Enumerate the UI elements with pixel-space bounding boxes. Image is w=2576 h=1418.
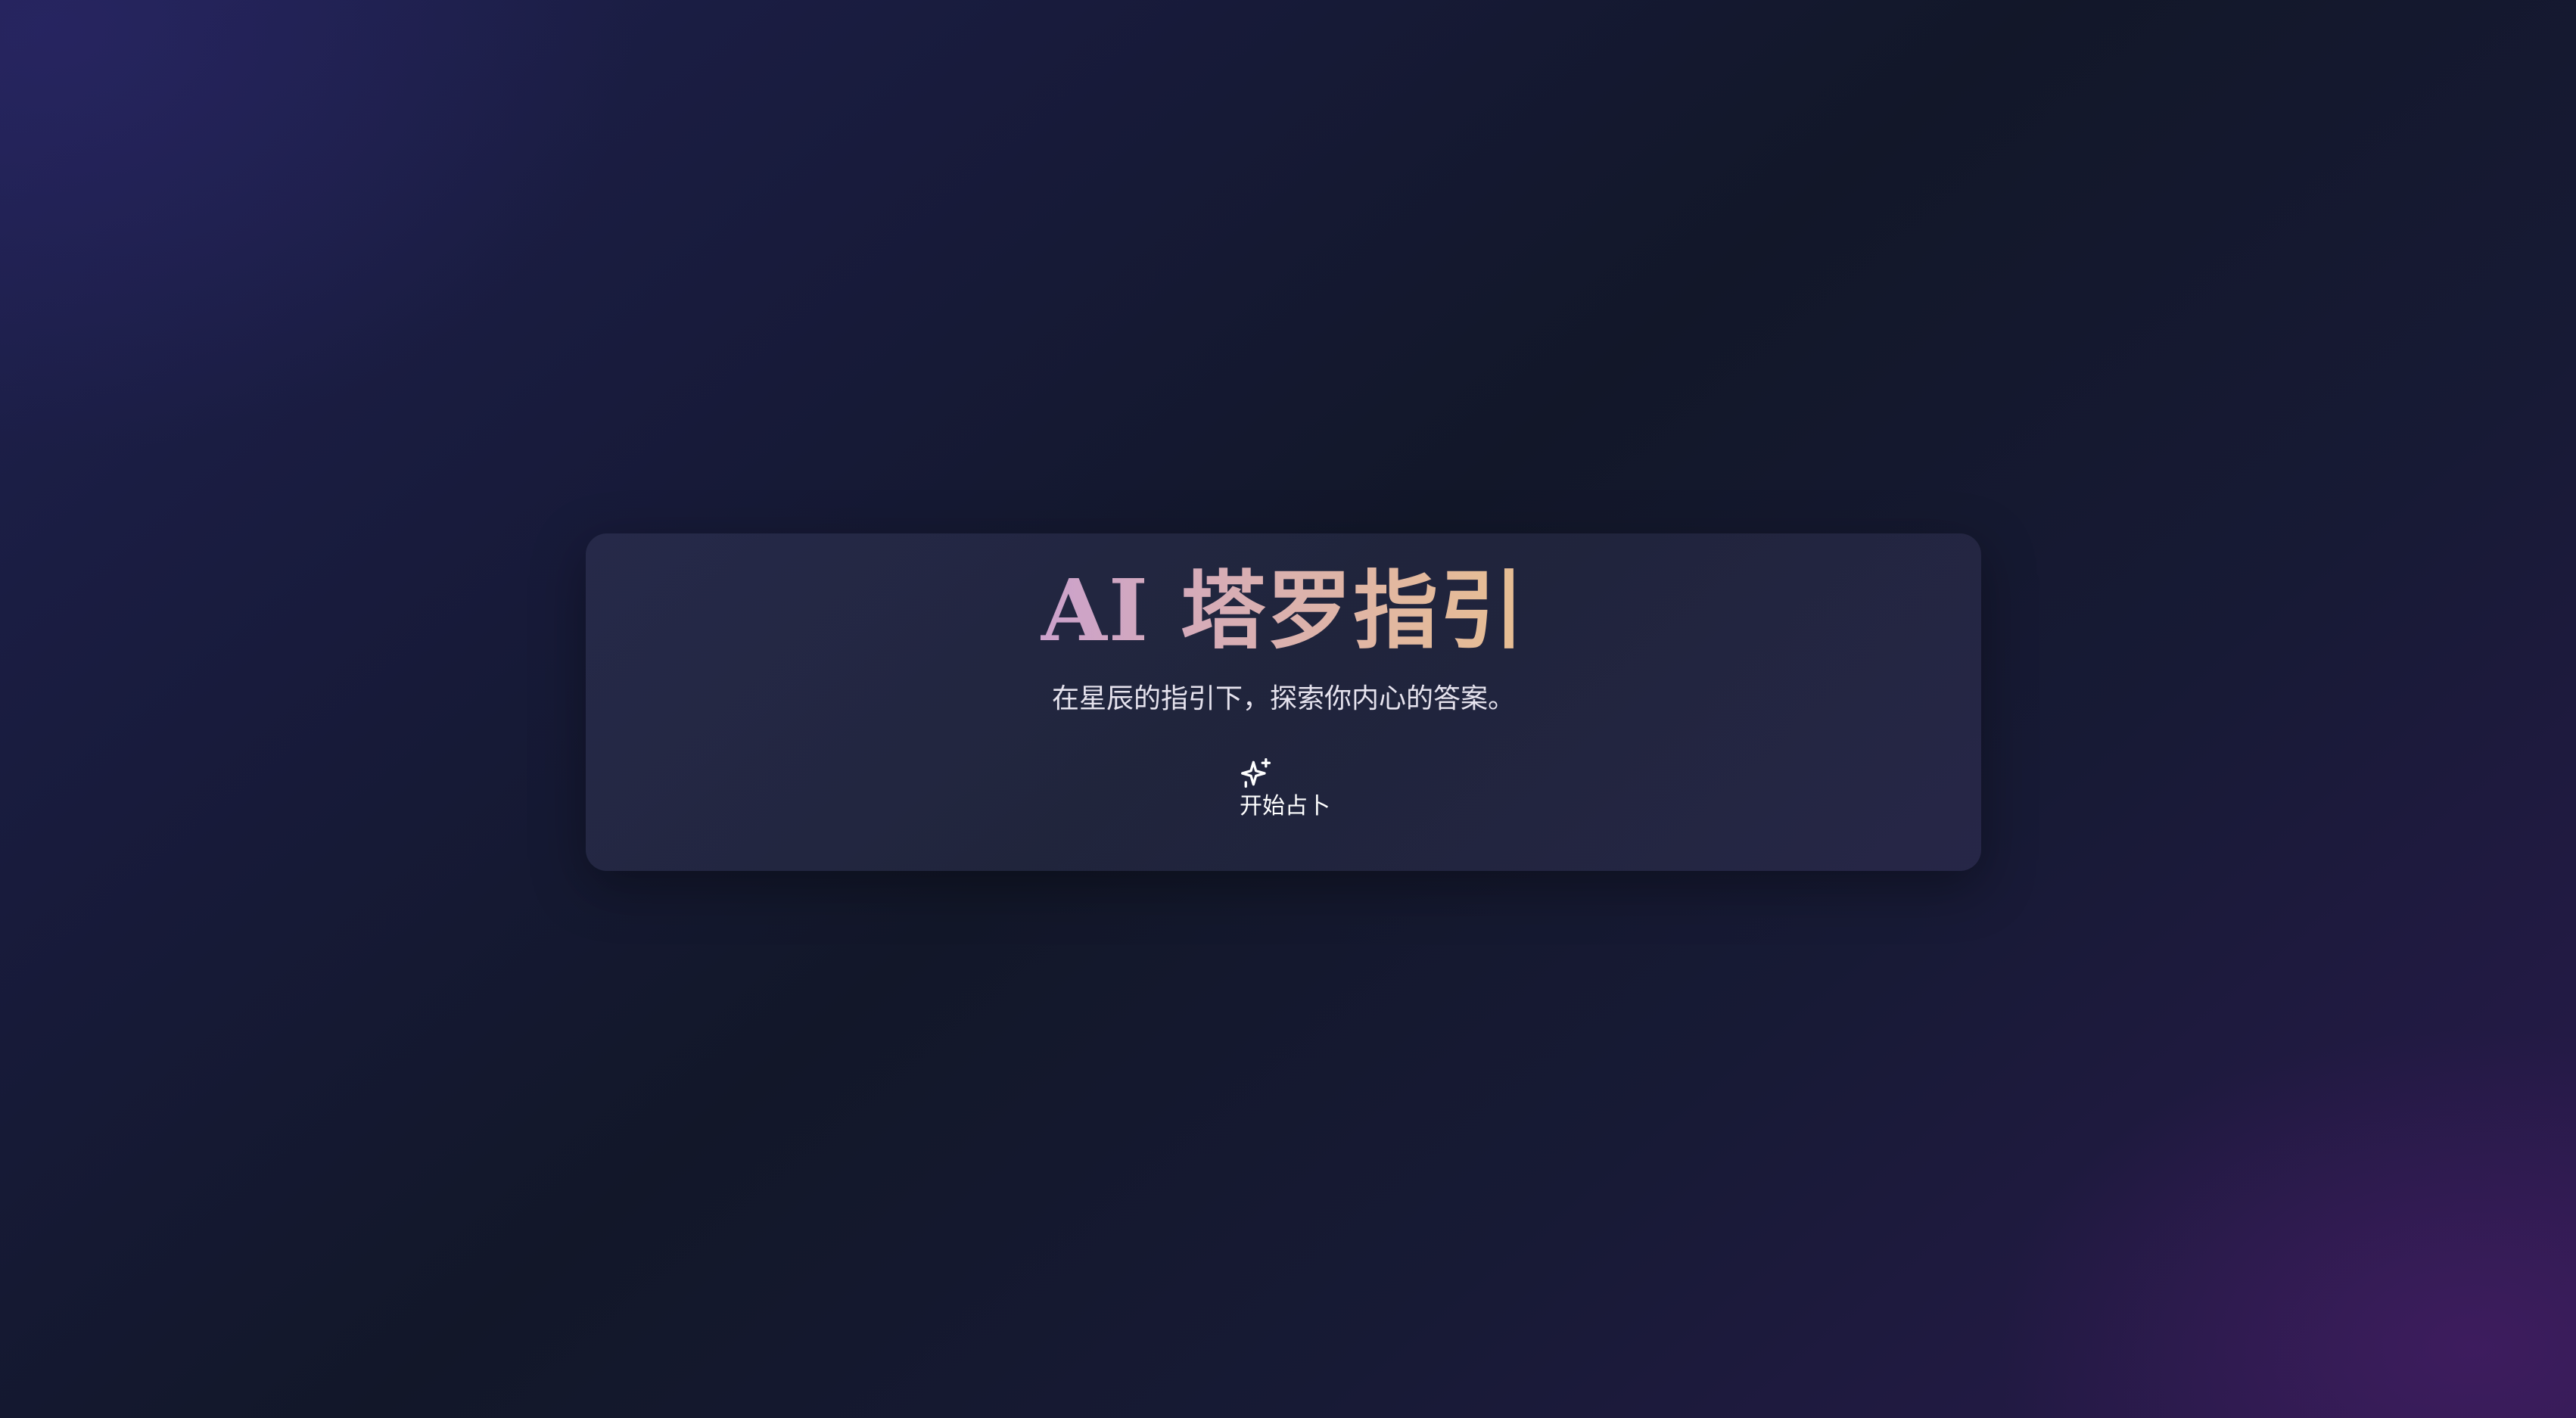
sparkles-icon — [1241, 758, 1271, 788]
page-title: AI 塔罗指引 — [586, 561, 1981, 662]
start-divination-label: 开始占卜 — [1240, 794, 1330, 819]
page-subtitle: 在星辰的指引下，探索你内心的答案。 — [1051, 683, 1515, 714]
start-divination-button[interactable]: 开始占卜 — [1211, 755, 1332, 828]
